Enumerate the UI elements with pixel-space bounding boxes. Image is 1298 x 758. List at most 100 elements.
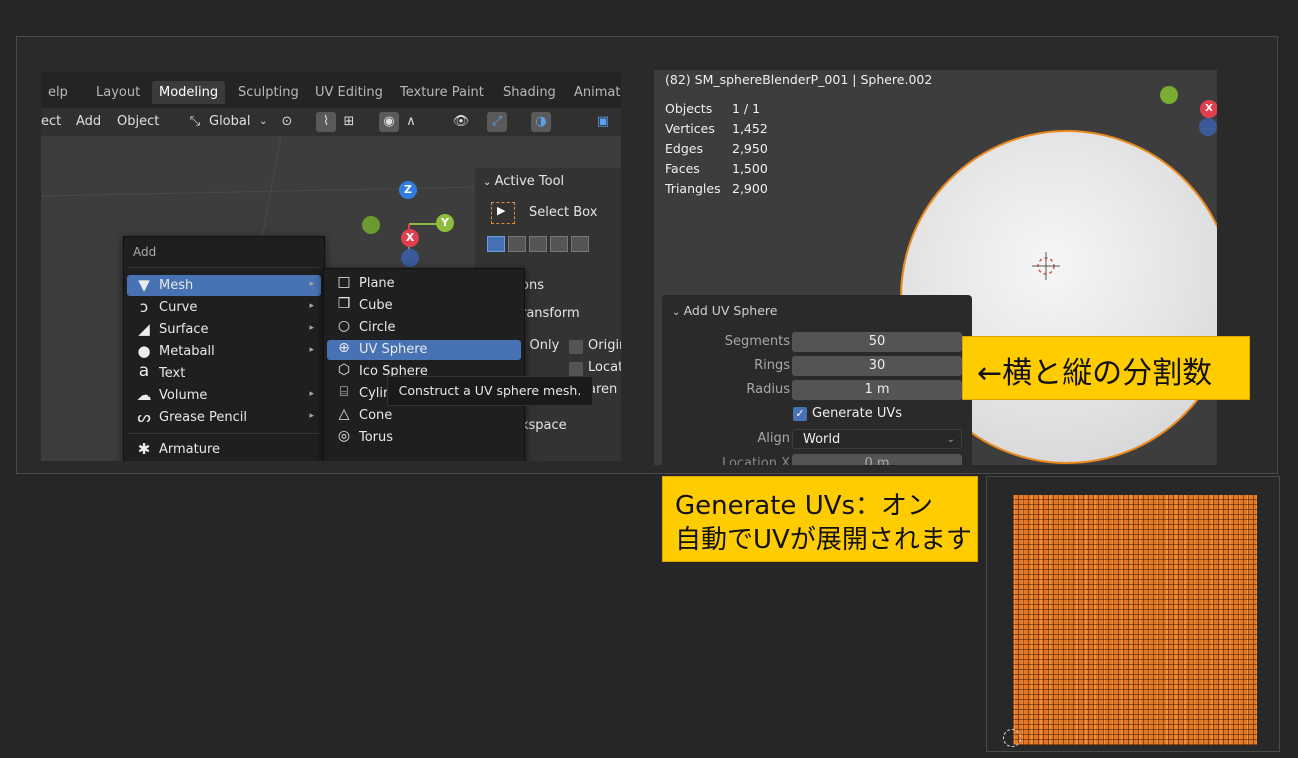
- chevron-down-icon: ⌄: [672, 307, 684, 318]
- gizmo-x-axis[interactable]: X: [401, 229, 419, 247]
- menu-item-label: Armature: [159, 442, 221, 457]
- add-uv-sphere-title: Add UV Sphere: [683, 303, 778, 318]
- segments-field[interactable]: 50: [792, 332, 962, 352]
- uv-cursor-icon[interactable]: [1003, 729, 1021, 747]
- submenu-item-label: Cube: [359, 298, 393, 313]
- menu-item-surface[interactable]: ◢ Surface ▸: [127, 319, 321, 340]
- select-box-icon[interactable]: ▶: [491, 202, 515, 224]
- submenu-item-label: Plane: [359, 276, 395, 291]
- gizmo-neg-z[interactable]: [1199, 118, 1217, 136]
- select-menu[interactable]: ect: [41, 114, 61, 129]
- submenu-item-label: Cone: [359, 408, 393, 423]
- menu-item-label: Curve: [159, 300, 198, 315]
- gizmo-toggle-icon[interactable]: ⤢: [487, 112, 507, 132]
- chevron-down-icon: ⌄: [946, 434, 955, 445]
- object-menu[interactable]: Object: [117, 114, 159, 129]
- radius-field[interactable]: 1 m: [792, 380, 962, 400]
- torus-icon: ◎: [337, 428, 351, 444]
- workspace-label[interactable]: kspace: [521, 418, 567, 433]
- origins-label: Origin: [588, 338, 621, 353]
- submenu-arrow-icon: ▸: [309, 279, 314, 289]
- segments-label: Segments: [724, 334, 790, 349]
- radius-label: Radius: [746, 382, 790, 397]
- mesh-submenu: □ Plane ❒ Cube ○ Circle ⊕ UV Sphere ⬡ Ic…: [323, 268, 525, 461]
- workspace-tabs: elp Layout Modeling Sculpting UV Editing…: [41, 72, 621, 108]
- uv-editor-preview: [986, 476, 1280, 752]
- menu-item-volume[interactable]: ☁ Volume ▸: [127, 385, 321, 406]
- grease-pencil-icon: ᔕ: [137, 408, 151, 426]
- proportional-edit-icon[interactable]: ◉: [379, 112, 399, 132]
- uv-unwrap-grid: [1013, 495, 1257, 745]
- generate-uvs-checkbox[interactable]: ✓: [793, 407, 807, 421]
- tab-help[interactable]: elp: [41, 81, 75, 104]
- add-uv-sphere-header[interactable]: ⌄ Add UV Sphere: [672, 303, 777, 318]
- gizmo-y-axis[interactable]: Y: [436, 214, 454, 232]
- select-mode-new[interactable]: [487, 236, 505, 252]
- stat-objects-value: 1 / 1: [732, 101, 761, 116]
- menu-item-text[interactable]: a Text: [127, 361, 321, 384]
- metaball-icon: ●: [137, 342, 151, 360]
- overlay-toggle-icon[interactable]: ◑: [531, 112, 551, 132]
- tab-layout[interactable]: Layout: [89, 81, 147, 104]
- generate-uvs-callout-line2: 自動でUVが展開されます: [675, 525, 972, 555]
- falloff-icon[interactable]: ∧: [401, 112, 421, 132]
- submenu-item-circle[interactable]: ○ Circle: [327, 318, 521, 338]
- menu-item-label: Grease Pencil: [159, 410, 247, 425]
- tab-texture-paint[interactable]: Texture Paint: [393, 81, 491, 104]
- origins-checkbox[interactable]: [569, 340, 583, 354]
- select-mode-extend[interactable]: [508, 236, 526, 252]
- transform-label[interactable]: ransform: [521, 306, 580, 321]
- submenu-arrow-icon: ▸: [309, 411, 314, 421]
- visibility-icon[interactable]: 👁: [451, 112, 471, 132]
- blender-uv-sphere-screenshot: (82) SM_sphereBlenderP_001 | Sphere.002 …: [654, 70, 1217, 465]
- text-icon: a: [138, 361, 150, 381]
- plane-icon: □: [337, 274, 351, 290]
- submenu-item-uv-sphere[interactable]: ⊕ UV Sphere: [327, 340, 521, 360]
- gizmo-y-axis[interactable]: [1160, 86, 1178, 104]
- select-mode-subtract[interactable]: [529, 236, 547, 252]
- stat-vertices-label: Vertices: [665, 121, 715, 136]
- menu-item-armature[interactable]: ✱ Armature: [127, 439, 321, 460]
- cube-icon: ❒: [337, 296, 351, 312]
- align-dropdown[interactable]: World ⌄: [792, 429, 962, 449]
- volume-icon: ☁: [136, 386, 152, 404]
- menu-item-grease-pencil[interactable]: ᔕ Grease Pencil ▸: [127, 407, 321, 428]
- gizmo-z-axis[interactable]: Z: [399, 181, 417, 199]
- select-mode-invert[interactable]: [550, 236, 568, 252]
- location-x-field[interactable]: 0 m: [792, 454, 962, 465]
- tab-shading[interactable]: Shading: [496, 81, 563, 104]
- gizmo-neg-y[interactable]: [362, 216, 380, 234]
- gizmo-neg-z[interactable]: [401, 249, 419, 267]
- pivot-point-icon[interactable]: ⊙: [277, 112, 297, 132]
- uv-sphere-icon: ⊕: [338, 340, 350, 356]
- submenu-item-plane[interactable]: □ Plane: [327, 274, 521, 294]
- align-label: Align: [757, 431, 790, 446]
- menu-item-label: Text: [159, 366, 186, 381]
- stat-vertices-value: 1,452: [732, 121, 768, 136]
- active-tool-header[interactable]: ⌄ Active Tool: [483, 174, 564, 189]
- 3d-cursor-icon[interactable]: [1032, 252, 1060, 280]
- tab-uv-editing[interactable]: UV Editing: [308, 81, 390, 104]
- menu-item-label: Surface: [159, 322, 209, 337]
- transform-orientation-dropdown[interactable]: Global: [209, 114, 250, 129]
- submenu-item-torus[interactable]: ◎ Torus: [327, 428, 521, 448]
- locations-checkbox[interactable]: [569, 362, 583, 376]
- select-mode-intersect[interactable]: [571, 236, 589, 252]
- transform-orientation-icon[interactable]: ⤡: [185, 112, 205, 132]
- xray-toggle-icon[interactable]: ▣: [593, 112, 613, 132]
- tab-animation[interactable]: Animati: [567, 81, 621, 104]
- gizmo-x-axis[interactable]: X: [1200, 100, 1217, 118]
- snap-icon[interactable]: ⌇: [316, 112, 336, 132]
- tab-modeling[interactable]: Modeling: [152, 81, 226, 104]
- submenu-item-label: Torus: [359, 430, 394, 445]
- rings-field[interactable]: 30: [792, 356, 962, 376]
- tab-sculpting[interactable]: Sculpting: [231, 81, 306, 104]
- menu-item-metaball[interactable]: ● Metaball ▸: [127, 341, 321, 362]
- submenu-item-cube[interactable]: ❒ Cube: [327, 296, 521, 316]
- add-menu[interactable]: Add: [76, 114, 101, 129]
- add-menu-popup: Add ▼ Mesh ▸ ↄ Curve ▸ ◢ Surface ▸ ● Met…: [123, 236, 325, 461]
- menu-item-mesh[interactable]: ▼ Mesh ▸: [127, 275, 321, 296]
- submenu-item-cone[interactable]: △ Cone: [327, 406, 521, 426]
- menu-item-curve[interactable]: ↄ Curve ▸: [127, 297, 321, 318]
- snap-target-icon[interactable]: ⊞: [339, 112, 359, 132]
